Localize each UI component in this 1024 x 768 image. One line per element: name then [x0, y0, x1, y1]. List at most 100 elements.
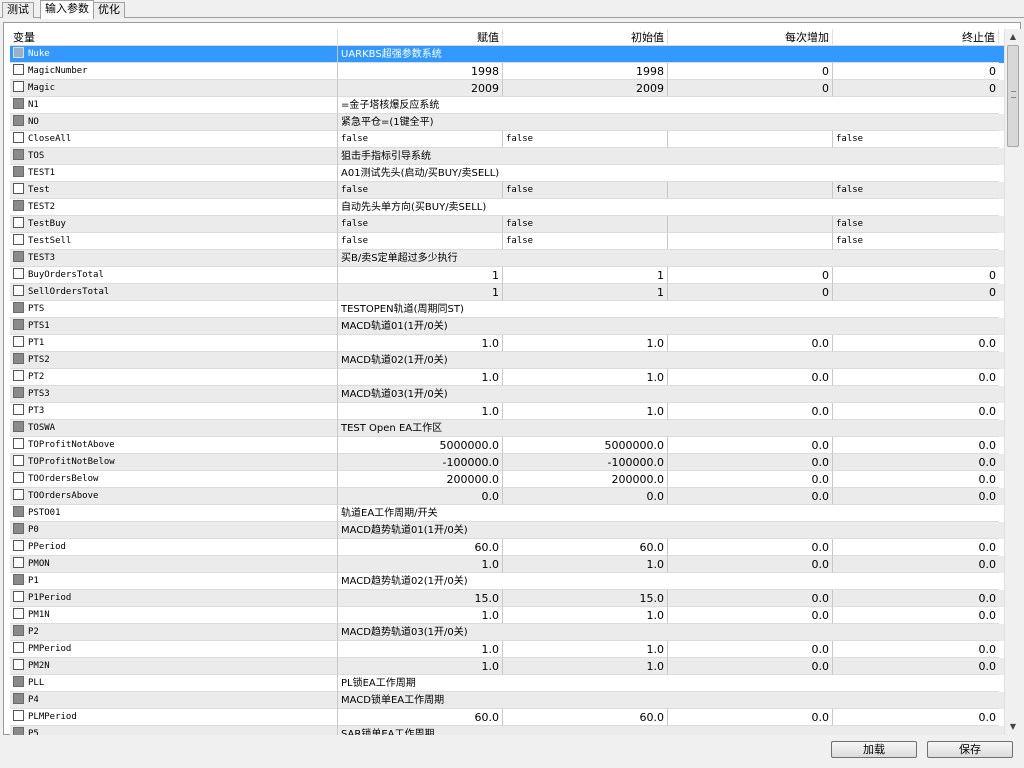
section-description[interactable]: MACD轨道03(1开/0关) — [338, 386, 999, 403]
step-cell[interactable] — [668, 182, 833, 199]
table-row[interactable]: PM2N 1.0 1.0 0.0 0.0 — [10, 658, 1021, 675]
stop-cell[interactable]: 0.0 — [833, 437, 999, 454]
optimize-checkbox[interactable] — [13, 421, 24, 432]
optimize-checkbox[interactable] — [13, 625, 24, 636]
optimize-checkbox[interactable] — [13, 710, 24, 721]
scroll-down-arrow-icon[interactable]: ▼ — [1005, 719, 1021, 735]
optimize-checkbox[interactable] — [13, 217, 24, 228]
stop-cell[interactable]: false — [833, 182, 999, 199]
optimize-checkbox[interactable] — [13, 591, 24, 602]
optimize-checkbox[interactable] — [13, 404, 24, 415]
scrollbar-thumb[interactable] — [1007, 45, 1019, 147]
value-cell[interactable]: 1.0 — [338, 335, 503, 352]
value-cell[interactable]: false — [338, 131, 503, 148]
step-cell[interactable]: 0.0 — [668, 658, 833, 675]
step-cell[interactable]: 0.0 — [668, 335, 833, 352]
value-cell[interactable]: 5000000.0 — [338, 437, 503, 454]
table-row[interactable]: PTS1 MACD轨道01(1开/0关) — [10, 318, 1021, 335]
value-cell[interactable]: false — [338, 216, 503, 233]
optimize-checkbox[interactable] — [13, 540, 24, 551]
value-cell[interactable]: 200000.0 — [338, 471, 503, 488]
table-row[interactable]: MagicNumber 1998 1998 0 0 — [10, 63, 1021, 80]
optimize-checkbox[interactable] — [13, 353, 24, 364]
start-cell[interactable]: false — [503, 216, 668, 233]
table-row[interactable]: PTS TESTOPEN轨道(周期同ST) — [10, 301, 1021, 318]
step-cell[interactable]: 0 — [668, 267, 833, 284]
table-row[interactable]: SellOrdersTotal 1 1 0 0 — [10, 284, 1021, 301]
stop-cell[interactable]: 0.0 — [833, 369, 999, 386]
optimize-checkbox[interactable] — [13, 183, 24, 194]
stop-cell[interactable]: 0 — [833, 267, 999, 284]
optimize-checkbox[interactable] — [13, 81, 24, 92]
section-description[interactable]: 买B/卖S定单超过多少执行 — [338, 250, 999, 267]
start-cell[interactable]: 1.0 — [503, 641, 668, 658]
optimize-checkbox[interactable] — [13, 98, 24, 109]
value-cell[interactable]: -100000.0 — [338, 454, 503, 471]
optimize-checkbox[interactable] — [13, 268, 24, 279]
value-cell[interactable]: 1.0 — [338, 403, 503, 420]
table-row[interactable]: N1 =金子塔核爆反应系统 — [10, 97, 1021, 114]
step-cell[interactable]: 0.0 — [668, 471, 833, 488]
table-row[interactable]: PT1 1.0 1.0 0.0 0.0 — [10, 335, 1021, 352]
stop-cell[interactable]: 0.0 — [833, 539, 999, 556]
table-row[interactable]: TEST2 自动先头单方向(买BUY/卖SELL) — [10, 199, 1021, 216]
section-description[interactable]: PL锁EA工作周期 — [338, 675, 999, 692]
stop-cell[interactable]: 0.0 — [833, 658, 999, 675]
optimize-checkbox[interactable] — [13, 285, 24, 296]
table-row[interactable]: TestSell false false false — [10, 233, 1021, 250]
column-header-variable[interactable]: 变量 — [10, 29, 338, 46]
optimize-checkbox[interactable] — [13, 234, 24, 245]
table-row[interactable]: PMON 1.0 1.0 0.0 0.0 — [10, 556, 1021, 573]
start-cell[interactable]: 1 — [503, 284, 668, 301]
stop-cell[interactable]: 0 — [833, 80, 999, 97]
step-cell[interactable]: 0.0 — [668, 709, 833, 726]
stop-cell[interactable]: false — [833, 131, 999, 148]
start-cell[interactable]: 60.0 — [503, 709, 668, 726]
start-cell[interactable]: 1.0 — [503, 556, 668, 573]
section-description[interactable]: 狙击手指标引导系统 — [338, 148, 999, 165]
section-description[interactable]: TEST Open EA工作区 — [338, 420, 999, 437]
optimize-checkbox[interactable] — [13, 523, 24, 534]
value-cell[interactable]: 1.0 — [338, 556, 503, 573]
stop-cell[interactable]: 0.0 — [833, 556, 999, 573]
table-row[interactable]: P5 SAR锁单EA工作周期 — [10, 726, 1021, 735]
tab-optimization[interactable]: 优化 — [93, 2, 125, 18]
optimize-checkbox[interactable] — [13, 489, 24, 500]
start-cell[interactable]: 60.0 — [503, 539, 668, 556]
step-cell[interactable] — [668, 233, 833, 250]
scroll-up-arrow-icon[interactable]: ▲ — [1005, 29, 1021, 45]
table-row[interactable]: TEST1 A01测试先头(启动/买BUY/卖SELL) — [10, 165, 1021, 182]
table-row[interactable]: Test false false false — [10, 182, 1021, 199]
optimize-checkbox[interactable] — [13, 506, 24, 517]
start-cell[interactable]: 15.0 — [503, 590, 668, 607]
step-cell[interactable] — [668, 131, 833, 148]
table-row[interactable]: TOProfitNotAbove 5000000.0 5000000.0 0.0 0.0 — [10, 437, 1021, 454]
optimize-checkbox[interactable] — [13, 727, 24, 735]
stop-cell[interactable]: 0.0 — [833, 641, 999, 658]
start-cell[interactable]: 5000000.0 — [503, 437, 668, 454]
table-row[interactable]: P1Period 15.0 15.0 0.0 0.0 — [10, 590, 1021, 607]
table-row[interactable]: P4 MACD锁单EA工作周期 — [10, 692, 1021, 709]
value-cell[interactable]: 1.0 — [338, 369, 503, 386]
value-cell[interactable]: 60.0 — [338, 539, 503, 556]
value-cell[interactable]: 1 — [338, 284, 503, 301]
stop-cell[interactable]: 0.0 — [833, 335, 999, 352]
section-description[interactable]: UARKBS超强参数系统 — [338, 46, 999, 63]
start-cell[interactable]: 1.0 — [503, 607, 668, 624]
stop-cell[interactable]: 0.0 — [833, 488, 999, 505]
start-cell[interactable]: 1.0 — [503, 403, 668, 420]
optimize-checkbox[interactable] — [13, 166, 24, 177]
step-cell[interactable]: 0.0 — [668, 369, 833, 386]
stop-cell[interactable]: 0 — [833, 63, 999, 80]
step-cell[interactable] — [668, 216, 833, 233]
table-row[interactable]: PLL PL锁EA工作周期 — [10, 675, 1021, 692]
stop-cell[interactable]: 0.0 — [833, 403, 999, 420]
start-cell[interactable]: 1.0 — [503, 658, 668, 675]
column-header-stop[interactable]: 终止值 — [833, 29, 999, 46]
start-cell[interactable]: 2009 — [503, 80, 668, 97]
step-cell[interactable]: 0.0 — [668, 437, 833, 454]
stop-cell[interactable]: 0.0 — [833, 607, 999, 624]
section-description[interactable]: 自动先头单方向(买BUY/卖SELL) — [338, 199, 999, 216]
start-cell[interactable]: 200000.0 — [503, 471, 668, 488]
start-cell[interactable]: 0.0 — [503, 488, 668, 505]
